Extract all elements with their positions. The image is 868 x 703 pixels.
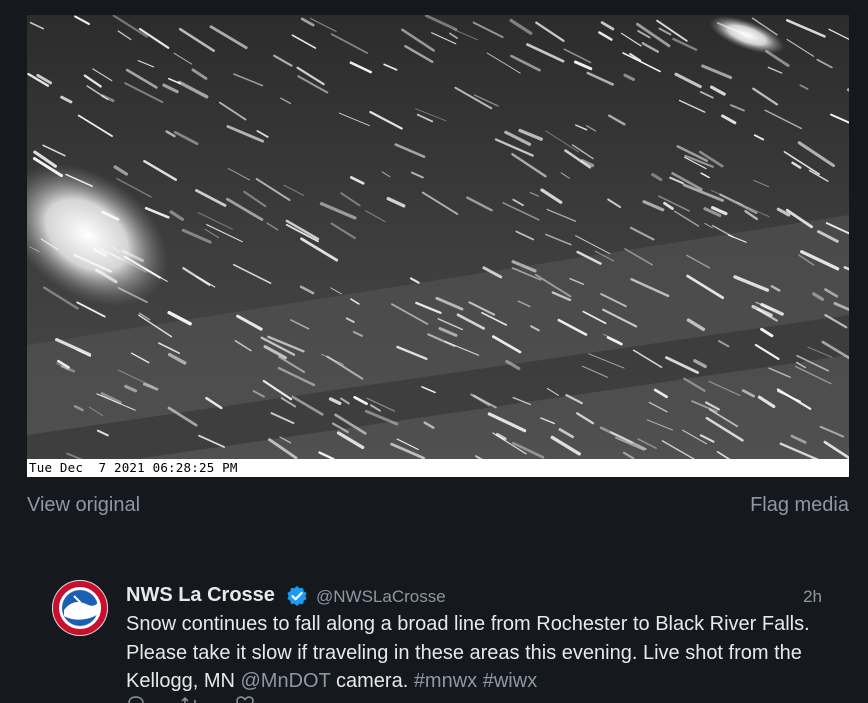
- flag-media-link[interactable]: Flag media: [750, 494, 849, 517]
- media-actions-bar: View original Flag media: [27, 494, 849, 522]
- reply-icon[interactable]: [126, 694, 146, 703]
- tweet-text-part2: camera.: [330, 670, 414, 692]
- like-icon[interactable]: [235, 694, 255, 703]
- retweet-icon[interactable]: [180, 694, 200, 703]
- tweet-text: Snow continues to fall along a broad lin…: [126, 610, 826, 696]
- avatar[interactable]: [52, 580, 108, 636]
- tweet-action-row: [126, 694, 285, 703]
- hashtag-link-wiwx[interactable]: #wiwx: [483, 670, 537, 692]
- tweet[interactable]: NWS La Crosse @NWSLaCrosse 2h Snow conti…: [52, 580, 842, 703]
- nws-logo-icon: [52, 580, 108, 636]
- tweet-time[interactable]: 2h: [803, 587, 822, 607]
- verified-badge-icon: [287, 586, 307, 606]
- camera-timestamp: Tue Dec 7 2021 06:28:25 PM: [29, 460, 238, 475]
- view-original-link[interactable]: View original: [27, 494, 140, 517]
- tweet-photo[interactable]: Tue Dec 7 2021 06:28:25 PM: [27, 15, 849, 477]
- hashtag-link-mnwx[interactable]: #mnwx: [414, 670, 477, 692]
- author-handle[interactable]: @NWSLaCrosse: [316, 587, 446, 607]
- author-name[interactable]: NWS La Crosse: [126, 584, 275, 607]
- timestamp-strip: Tue Dec 7 2021 06:28:25 PM: [27, 459, 849, 477]
- snow-camera-image: [27, 15, 849, 477]
- media-viewer-page: Tue Dec 7 2021 06:28:25 PM View original…: [0, 0, 868, 703]
- tweet-header: NWS La Crosse @NWSLaCrosse 2h: [126, 582, 822, 610]
- mention-link[interactable]: @MnDOT: [241, 670, 331, 692]
